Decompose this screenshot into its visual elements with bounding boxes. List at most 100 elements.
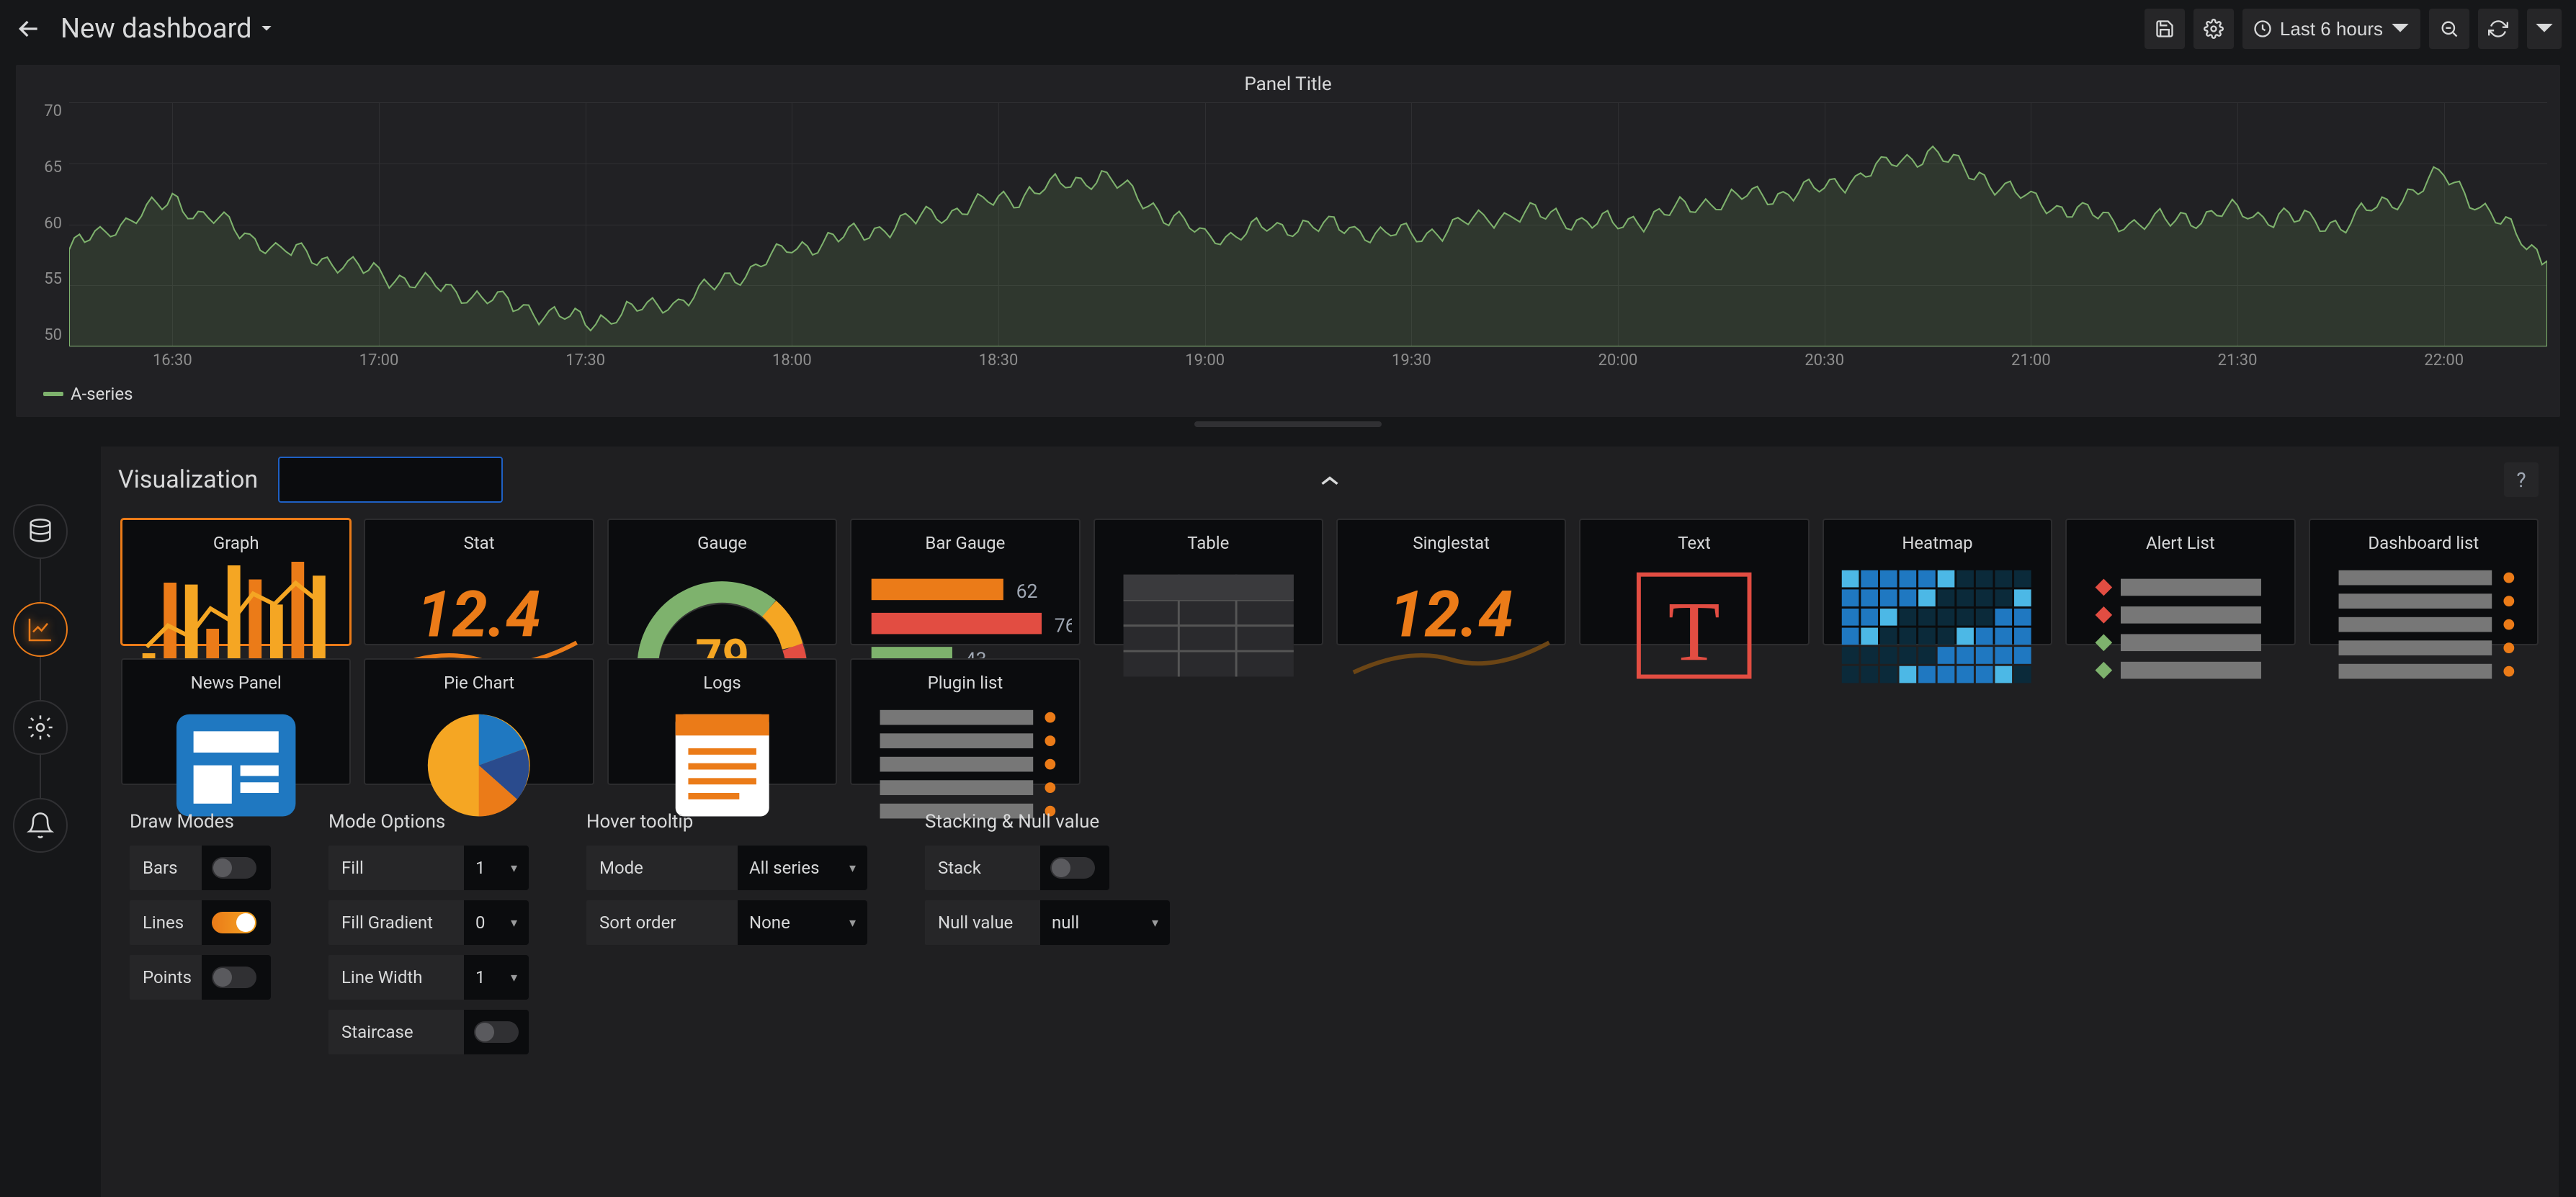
line-width-select[interactable]: 1▾ [464, 955, 529, 1000]
panel-title: Panel Title [29, 73, 2547, 95]
viz-card-label: Stat [464, 533, 495, 553]
viz-card-singlestat[interactable]: Singlestat12.4 [1336, 519, 1566, 645]
option-label: Stack [925, 846, 1040, 890]
y-tick: 50 [44, 326, 62, 344]
viz-card-label: Graph [213, 533, 259, 553]
viz-card-label: News Panel [191, 673, 282, 693]
rail-general-button[interactable] [13, 700, 68, 755]
option-label: Null value [925, 900, 1040, 945]
viz-card-logs[interactable]: Logs [607, 658, 837, 785]
viz-card-heatmap[interactable]: Heatmap [1823, 519, 2052, 645]
save-button[interactable] [2145, 9, 2185, 49]
x-tick: 19:00 [1101, 351, 1308, 369]
visualization-search-input[interactable] [303, 469, 544, 491]
bell-icon [26, 811, 55, 840]
points-toggle[interactable] [212, 967, 256, 988]
viz-card-label: Bar Gauge [925, 533, 1005, 553]
null-value-select[interactable]: null▾ [1040, 900, 1170, 945]
viz-card-text[interactable]: TextT [1579, 519, 1809, 645]
svg-text:T: T [1668, 584, 1720, 678]
settings-button[interactable] [2193, 9, 2234, 49]
option-staircase: Staircase [328, 1010, 529, 1054]
dashboard-title: New dashboard [61, 13, 252, 45]
viz-card-thumb [2317, 562, 2530, 689]
bars-toggle[interactable] [212, 857, 256, 879]
question-icon: ? [2516, 468, 2526, 492]
viz-card-thumb [859, 701, 1071, 829]
x-tick: 20:30 [1721, 351, 1928, 369]
visualization-search[interactable] [278, 457, 503, 503]
option-points: Points [130, 955, 271, 1000]
lines-toggle[interactable] [212, 912, 256, 933]
x-tick: 21:00 [1928, 351, 2134, 369]
option-control [202, 846, 271, 890]
viz-card-label: Gauge [697, 533, 747, 553]
option-control [1040, 846, 1109, 890]
option-bars: Bars [130, 846, 271, 890]
sort-order-select[interactable]: None▾ [738, 900, 867, 945]
section-heading: Mode Options [328, 811, 529, 833]
viz-card-thumb [2074, 562, 2286, 689]
viz-card-news-panel[interactable]: News Panel [121, 658, 351, 785]
rail-visualization-button[interactable] [13, 602, 68, 657]
back-button[interactable] [14, 14, 43, 43]
viz-card-label: Pie Chart [444, 673, 514, 693]
viz-card-thumb [1831, 562, 2044, 689]
help-button[interactable]: ? [2504, 462, 2539, 497]
svg-text:62: 62 [1016, 580, 1038, 603]
viz-card-label: Plugin list [928, 673, 1003, 693]
rail-queries-button[interactable] [13, 504, 68, 559]
mode-options-section: Mode Options Fill 1▾ Fill Gradient 0▾ Li… [328, 811, 529, 1054]
x-tick: 16:30 [69, 351, 276, 369]
tooltip-mode-select[interactable]: All series▾ [738, 846, 867, 890]
chevron-down-icon [2390, 19, 2410, 39]
option-label: Sort order [586, 900, 738, 945]
time-range-button[interactable]: Last 6 hours [2242, 9, 2420, 49]
zoom-out-button[interactable] [2429, 9, 2469, 49]
panel-resize-handle[interactable] [1194, 421, 1382, 427]
y-tick: 65 [44, 158, 62, 176]
stacking-section: Stacking & Null value Stack Null value n… [925, 811, 1170, 1054]
option-control [202, 900, 271, 945]
visualization-grid: GraphStat12.4Gauge79Bar Gauge627643Table… [101, 513, 2559, 798]
svg-text:12.4: 12.4 [1389, 577, 1513, 652]
x-axis: 16:3017:0017:3018:0018:3019:0019:3020:00… [69, 351, 2547, 369]
section-heading: Stacking & Null value [925, 811, 1170, 833]
option-tooltip-mode: Mode All series▾ [586, 846, 867, 890]
editor-tab-label: Visualization [118, 465, 258, 494]
viz-card-thumb [1102, 562, 1315, 689]
option-stack: Stack [925, 846, 1170, 890]
option-fill: Fill 1▾ [328, 846, 529, 890]
viz-card-thumb: T [1588, 562, 1800, 689]
plot-area[interactable] [69, 102, 2547, 347]
chart-area[interactable]: 7065605550 [29, 102, 2547, 347]
staircase-toggle[interactable] [474, 1021, 519, 1043]
option-label: Line Width [328, 955, 464, 1000]
viz-card-table[interactable]: Table [1094, 519, 1323, 645]
viz-card-pie-chart[interactable]: Pie Chart [364, 658, 594, 785]
viz-card-bar-gauge[interactable]: Bar Gauge627643 [850, 519, 1080, 645]
fill-select[interactable]: 1▾ [464, 846, 529, 890]
viz-card-label: Logs [703, 673, 741, 693]
viz-card-plugin-list[interactable]: Plugin list [850, 658, 1080, 785]
viz-card-graph[interactable]: Graph [121, 519, 351, 645]
refresh-button[interactable] [2478, 9, 2518, 49]
refresh-interval-button[interactable] [2527, 9, 2562, 49]
viz-card-label: Heatmap [1902, 533, 1972, 553]
rail-alert-button[interactable] [13, 798, 68, 853]
fill-gradient-select[interactable]: 0▾ [464, 900, 529, 945]
stack-toggle[interactable] [1050, 857, 1095, 879]
gear-icon [2204, 19, 2224, 39]
series-line [69, 102, 2547, 346]
legend[interactable]: A-series [43, 384, 2547, 404]
viz-card-stat[interactable]: Stat12.4 [364, 519, 594, 645]
dashboard-title-dropdown[interactable]: New dashboard [61, 13, 272, 45]
viz-card-gauge[interactable]: Gauge79 [607, 519, 837, 645]
chart-icon [26, 615, 55, 644]
viz-card-alert-list[interactable]: Alert List [2065, 519, 2295, 645]
option-fill-gradient: Fill Gradient 0▾ [328, 900, 529, 945]
viz-card-dashboard-list[interactable]: Dashboard list [2309, 519, 2539, 645]
collapse-editor-button[interactable] [1320, 474, 1340, 485]
time-range-label: Last 6 hours [2280, 18, 2383, 40]
viz-card-label: Text [1678, 533, 1711, 553]
